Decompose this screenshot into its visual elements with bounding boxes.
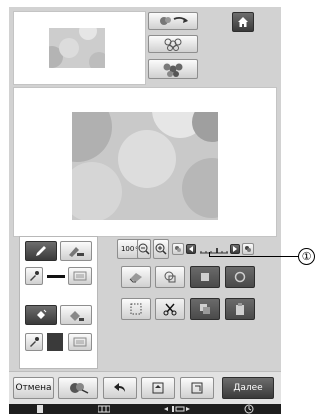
- home-button[interactable]: [232, 12, 254, 32]
- clock-icon: [244, 404, 254, 414]
- eyedropper-icon: [30, 271, 39, 281]
- line-style-button[interactable]: [68, 267, 92, 285]
- fill-type-button[interactable]: [60, 305, 92, 325]
- bucket-tool-icon: [70, 311, 84, 321]
- dotted-rectangle-icon: [130, 303, 142, 315]
- flower-outline-icon: [164, 38, 182, 51]
- redo-button[interactable]: [180, 377, 214, 399]
- transparency-slider[interactable]: [199, 245, 229, 255]
- cancel-button[interactable]: Отмена: [13, 377, 54, 399]
- callout-leader-tick: [209, 252, 210, 257]
- callout-leader-line: [209, 256, 299, 257]
- film-strip-icon: [98, 405, 110, 413]
- background-image-button[interactable]: [242, 243, 254, 255]
- undo-icon: [114, 383, 125, 392]
- page-icon: [37, 405, 43, 413]
- line-color-picker-button[interactable]: [25, 267, 43, 285]
- fill-style-button[interactable]: [68, 333, 92, 351]
- scan-image-button[interactable]: [58, 377, 98, 399]
- fill-color-picker-button[interactable]: [25, 333, 43, 351]
- hoop-size-icon: [164, 406, 190, 412]
- background-image: [72, 112, 218, 220]
- transparency-decrease-button[interactable]: [186, 244, 196, 254]
- cancel-button-label: Отмена: [15, 383, 52, 393]
- thumbnail-image: [49, 28, 105, 68]
- pen-icon: [36, 246, 46, 256]
- select-area-button[interactable]: [190, 266, 220, 288]
- zoom-in-icon: [155, 243, 167, 255]
- image-transparency-button[interactable]: [172, 243, 184, 255]
- arrow-right-icon: [233, 246, 237, 252]
- rotate-icon: [234, 271, 246, 283]
- select-icon: [201, 273, 209, 281]
- zoom-level-value: 100: [120, 245, 135, 253]
- save-icon: [152, 382, 164, 394]
- scanner-icon: [70, 383, 89, 394]
- transparency-increase-button[interactable]: [230, 244, 240, 254]
- rotate-icon: [160, 16, 188, 25]
- rotate-image-button[interactable]: [148, 12, 198, 30]
- cut-button[interactable]: [155, 298, 185, 320]
- home-icon: [238, 17, 248, 27]
- eraser-icon: [129, 273, 142, 283]
- line-and-fill-tools: [19, 236, 98, 369]
- rotate-area-button[interactable]: [225, 266, 255, 288]
- zoom-out-button[interactable]: [137, 239, 151, 259]
- duplicate-button[interactable]: [190, 298, 220, 320]
- fill-style-icon: [73, 337, 87, 347]
- zoom-in-button[interactable]: [153, 239, 169, 259]
- fill-color-swatch: [47, 333, 63, 351]
- line-color-swatch: [47, 275, 65, 278]
- image-fill-button[interactable]: [148, 59, 198, 79]
- eraser-button[interactable]: [121, 266, 151, 288]
- stamp-icon: [164, 271, 176, 283]
- drawing-area[interactable]: [13, 87, 277, 237]
- image-preview-thumbnail: [13, 11, 146, 85]
- next-button-label: Далее: [233, 383, 263, 393]
- paste-button[interactable]: [225, 298, 255, 320]
- line-type-button[interactable]: [60, 241, 92, 261]
- scissors-icon: [163, 303, 177, 316]
- line-tool-icon: [69, 247, 84, 257]
- image-icon: [175, 246, 181, 252]
- app-screen: 100 %: [9, 7, 281, 414]
- flower-filled-icon: [163, 63, 183, 77]
- stamp-button[interactable]: [155, 266, 185, 288]
- eyedropper-icon: [30, 337, 39, 347]
- status-bar: [9, 404, 281, 414]
- zoom-out-icon: [138, 243, 150, 255]
- paint-bucket-icon: [37, 309, 47, 319]
- callout-marker: ①: [298, 248, 315, 265]
- memory-button[interactable]: [141, 377, 175, 399]
- select-rectangle-button[interactable]: [121, 298, 151, 320]
- copy-icon: [200, 304, 210, 314]
- next-button[interactable]: Далее: [222, 377, 274, 399]
- undo-button[interactable]: [103, 377, 137, 399]
- paste-icon: [236, 303, 244, 315]
- image-outline-button[interactable]: [148, 35, 198, 53]
- slider-scale-icon: [200, 248, 228, 254]
- bottom-toolbar: Отмена Далее: [9, 371, 281, 404]
- line-draw-button[interactable]: [25, 241, 57, 261]
- fill-paint-button[interactable]: [25, 305, 57, 325]
- image-icon: [245, 246, 251, 252]
- line-style-icon: [73, 271, 87, 281]
- arrow-left-icon: [189, 246, 193, 252]
- document-icon: [191, 382, 203, 394]
